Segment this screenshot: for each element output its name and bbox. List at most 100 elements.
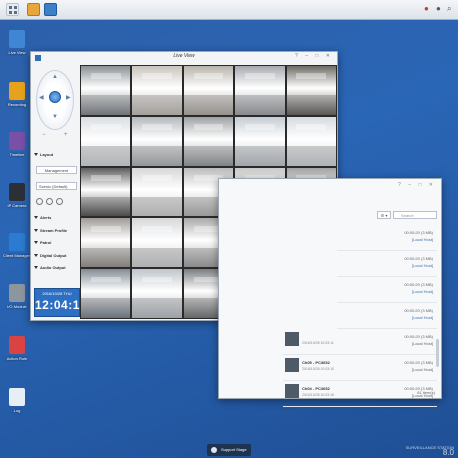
audio-output-section[interactable]: Audio Output bbox=[34, 265, 79, 270]
ptz-down-icon[interactable]: ▼ bbox=[52, 114, 58, 120]
management-button[interactable]: Management bbox=[36, 166, 77, 174]
thumbnail bbox=[285, 332, 299, 346]
duration: 00:00:20 (3 MB) bbox=[404, 360, 433, 365]
app-icon bbox=[9, 183, 25, 201]
thumbnail bbox=[285, 358, 299, 372]
list-item[interactable]: 00:00:20 (3 MB) [Local Host] bbox=[337, 277, 437, 303]
zoom-in-icon[interactable]: + bbox=[64, 132, 68, 138]
camera-feed[interactable] bbox=[81, 116, 131, 166]
desktop-icon-label: Log bbox=[13, 408, 21, 413]
camera-feed[interactable] bbox=[132, 66, 182, 115]
clock-widget: 2016/10/28 THU 12:04:10 bbox=[34, 288, 88, 317]
ptz-up-icon[interactable]: ▲ bbox=[52, 74, 58, 80]
camera-feed[interactable] bbox=[81, 269, 131, 318]
desktop-icon[interactable]: Client Management bbox=[3, 233, 38, 258]
camera-feed[interactable] bbox=[183, 116, 234, 166]
desktop-icon-label: Timeline bbox=[9, 152, 25, 157]
recording-list: 2016/10/28 10:03:11 00:00:20 (3 MB) [Local… bbox=[283, 329, 437, 407]
host-link[interactable]: [Local Host] bbox=[412, 315, 433, 320]
app-icon bbox=[9, 284, 25, 302]
search-icon[interactable]: ⌕ bbox=[447, 4, 451, 14]
patrol-section[interactable]: Patrol bbox=[34, 240, 79, 245]
list-item[interactable]: 2016/10/28 10:03:11 00:00:20 (3 MB) [Local… bbox=[283, 329, 437, 355]
ptz-control[interactable]: ▲ ▼ ◀ ▶ − + bbox=[36, 68, 74, 142]
host-link[interactable]: [Local Host] bbox=[412, 341, 433, 346]
desktop-icon[interactable]: I/O Module bbox=[3, 284, 31, 309]
duration: 00:00:20 (3 MB) bbox=[404, 308, 433, 313]
camera-feed[interactable] bbox=[235, 116, 285, 166]
layout-section[interactable]: Layout bbox=[34, 152, 79, 157]
list-item[interactable]: Ch04 - PC3652 2016/10/28 10:03:10 00:00:20… bbox=[283, 381, 437, 407]
alerts-section[interactable]: Alerts bbox=[34, 215, 79, 220]
camera-feed[interactable] bbox=[286, 66, 336, 115]
layout-tools[interactable] bbox=[36, 198, 80, 206]
app-icon bbox=[9, 336, 25, 354]
camera-name: Ch04 - PC3652 bbox=[302, 386, 330, 391]
camera-feed[interactable] bbox=[81, 167, 131, 217]
fullscreen-icon[interactable] bbox=[56, 198, 63, 205]
app-icon bbox=[9, 82, 25, 100]
recording-date: 2016/10/28 10:03:10 bbox=[302, 367, 335, 371]
desktop-icon-label: IP Camera bbox=[7, 203, 27, 208]
camera-feed[interactable] bbox=[81, 66, 131, 115]
desktop-icon[interactable]: Live View bbox=[3, 30, 31, 55]
app-icon bbox=[9, 388, 25, 406]
support-icon bbox=[211, 447, 217, 453]
clock-time: 12:04:10 bbox=[35, 298, 88, 312]
list-item[interactable]: 00:00:20 (3 MB) [Local Host] bbox=[337, 225, 437, 251]
zoom-out-icon[interactable]: − bbox=[42, 132, 46, 138]
camera-feed[interactable] bbox=[132, 218, 182, 268]
duration: 00:00:20 (3 MB) bbox=[404, 256, 433, 261]
taskbar: ● ● ⌕ bbox=[0, 0, 458, 20]
duration: 00:00:20 (3 MB) bbox=[404, 230, 433, 235]
list-item[interactable]: 00:00:20 (3 MB) [Local Host] bbox=[337, 303, 437, 329]
ptz-home-button[interactable] bbox=[49, 91, 61, 103]
desktop-icon[interactable]: Log bbox=[3, 388, 31, 413]
desktop-icon[interactable]: Action Rule bbox=[3, 336, 31, 361]
desktop-icon[interactable]: Timeline bbox=[3, 132, 31, 157]
camera-feed[interactable] bbox=[286, 116, 336, 166]
view-toggle[interactable]: ☰ ▾ bbox=[377, 211, 391, 219]
support-button[interactable]: Support Stage bbox=[207, 444, 251, 456]
desktop-icon-label: I/O Module bbox=[7, 304, 27, 309]
scrollbar[interactable] bbox=[436, 339, 439, 367]
app-icon bbox=[9, 132, 25, 150]
camera-feed[interactable] bbox=[81, 218, 131, 268]
window-controls[interactable]: ? – □ ✕ bbox=[295, 53, 333, 59]
camera-feed[interactable] bbox=[183, 66, 234, 115]
host-link[interactable]: [Local Host] bbox=[412, 289, 433, 294]
search-input[interactable]: Search bbox=[393, 211, 437, 219]
window-controls[interactable]: ? – □ ✕ bbox=[398, 182, 436, 188]
host-link[interactable]: [Local Host] bbox=[412, 237, 433, 242]
camera-feed[interactable] bbox=[132, 269, 182, 318]
live-view-taskbar-icon[interactable] bbox=[44, 3, 57, 16]
camera-feed[interactable] bbox=[132, 116, 182, 166]
stream-profile-section[interactable]: Stream Profile bbox=[34, 228, 79, 233]
location-icon[interactable] bbox=[46, 198, 53, 205]
list-item[interactable]: 00:00:20 (3 MB) [Local Host] bbox=[337, 251, 437, 277]
desktop-icon-label: Recording bbox=[7, 102, 27, 107]
list-item[interactable]: Ch05 - PC3652 2016/10/28 10:03:10 00:00:20… bbox=[283, 355, 437, 381]
app-icon bbox=[9, 233, 25, 251]
ptz-left-icon[interactable]: ◀ bbox=[39, 94, 44, 101]
camera-feed[interactable] bbox=[132, 167, 182, 217]
ptz-right-icon[interactable]: ▶ bbox=[66, 94, 71, 101]
notification-icon[interactable]: ● bbox=[436, 4, 441, 13]
main-menu-icon[interactable] bbox=[6, 3, 19, 16]
recording-date: 2016/10/28 10:03:10 bbox=[302, 393, 335, 397]
digital-output-section[interactable]: Digital Output bbox=[34, 253, 79, 258]
window-title: Live View bbox=[173, 53, 195, 59]
camera-feed[interactable] bbox=[235, 66, 285, 115]
info-icon[interactable] bbox=[36, 198, 43, 205]
clock-date: 2016/10/28 THU bbox=[42, 291, 72, 296]
desktop-icon-label: Client Management bbox=[3, 253, 38, 258]
host-link[interactable]: [Local Host] bbox=[412, 367, 433, 372]
package-center-icon[interactable] bbox=[27, 3, 40, 16]
layout-select[interactable]: Scenic (Default) bbox=[36, 182, 77, 190]
desktop-icon[interactable]: Recording bbox=[3, 82, 31, 107]
camera-name: Ch05 - PC3652 bbox=[302, 360, 330, 365]
desktop-icon[interactable]: IP Camera bbox=[3, 183, 31, 208]
host-link[interactable]: [Local Host] bbox=[412, 263, 433, 268]
user-icon[interactable]: ● bbox=[424, 4, 429, 13]
recording-date: 2016/10/28 10:03:11 bbox=[302, 341, 334, 345]
